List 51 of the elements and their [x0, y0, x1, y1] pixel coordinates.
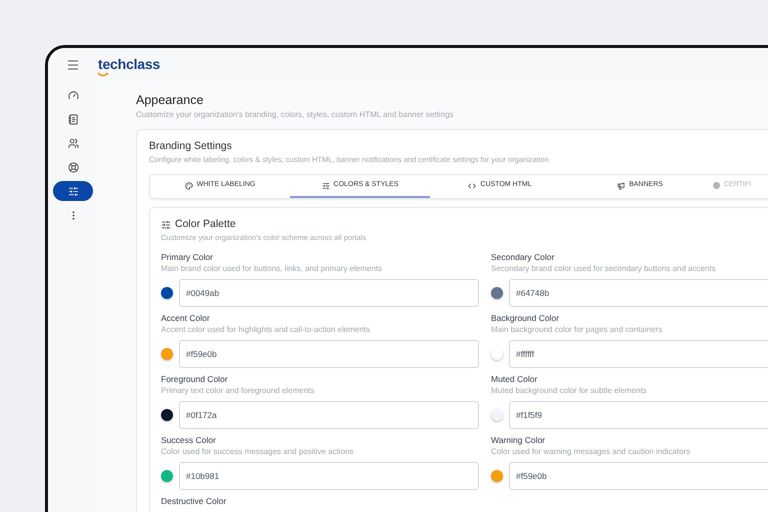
color-input-field[interactable]: #0049ab: [179, 279, 479, 307]
megaphone-icon: [617, 182, 626, 190]
field-label: Secondary Color: [491, 251, 556, 263]
code-icon: [468, 182, 476, 190]
field-label: Destructive Color: [161, 495, 228, 507]
logo-arc-icon: [97, 72, 109, 76]
book-icon: [68, 114, 78, 124]
sidebar-item[interactable]: [53, 181, 93, 201]
sliders-icon: [161, 220, 171, 230]
menu-icon[interactable]: [66, 58, 80, 72]
color-swatch[interactable]: [161, 287, 173, 299]
gauge-icon: [68, 90, 78, 100]
field-description: Color used for success messages and positive actions: [161, 446, 355, 458]
color-input-field[interactable]: #ffffff: [509, 340, 768, 368]
card-title: Branding Settings: [149, 139, 233, 154]
color-swatch[interactable]: [491, 348, 503, 360]
field-label: Warning Color: [491, 434, 546, 446]
color-input-field[interactable]: #f59e0b: [179, 340, 479, 368]
page-title: Appearance: [136, 92, 204, 109]
field-description: Secondary brand color used for secondary buttons and accents: [491, 263, 717, 275]
field-label: Muted Color: [491, 373, 538, 385]
color-input-field[interactable]: #f1f5f9: [509, 401, 768, 429]
color-input-field[interactable]: #64748b: [509, 279, 768, 307]
color-swatch[interactable]: [161, 348, 173, 360]
field-label: Accent Color: [161, 312, 211, 324]
field-description: Accent color used for highlights and call-to-action elements: [161, 324, 371, 336]
field-description: Main background color for pages and containers: [491, 324, 664, 336]
lifebuoy-icon: [68, 162, 78, 172]
field-label: Primary Color: [161, 251, 214, 263]
field-label: Success Color: [161, 434, 217, 446]
users-icon: [68, 138, 78, 148]
page-subtitle: Customize your organization's branding, colors, styles, custom HTML and banner settings: [136, 109, 454, 121]
field-description: Primary text color and foreground elements: [161, 385, 316, 397]
field-description: Main brand color used for buttons, links, and primary elements: [161, 263, 383, 275]
logo[interactable]: techclass: [98, 56, 160, 74]
field-description: Muted background color for subtle elements: [491, 385, 648, 397]
sliders-icon: [322, 182, 330, 190]
color-swatch[interactable]: [491, 409, 503, 421]
color-input-field[interactable]: #f59e0b: [509, 462, 768, 490]
palette-icon: [184, 182, 193, 190]
color-swatch[interactable]: [161, 470, 173, 482]
palette-title: Color Palette: [175, 217, 236, 232]
color-input-field[interactable]: #0f172a: [179, 401, 479, 429]
color-swatch[interactable]: [161, 409, 173, 421]
color-swatch[interactable]: [491, 287, 503, 299]
color-swatch[interactable]: [491, 470, 503, 482]
field-label: Foreground Color: [161, 373, 229, 385]
field-label: Background Color: [491, 312, 560, 324]
field-description: Color used for warning messages and caution indicators: [491, 446, 692, 458]
sliders-icon: [68, 186, 78, 196]
color-input-field[interactable]: #10b981: [179, 462, 479, 490]
